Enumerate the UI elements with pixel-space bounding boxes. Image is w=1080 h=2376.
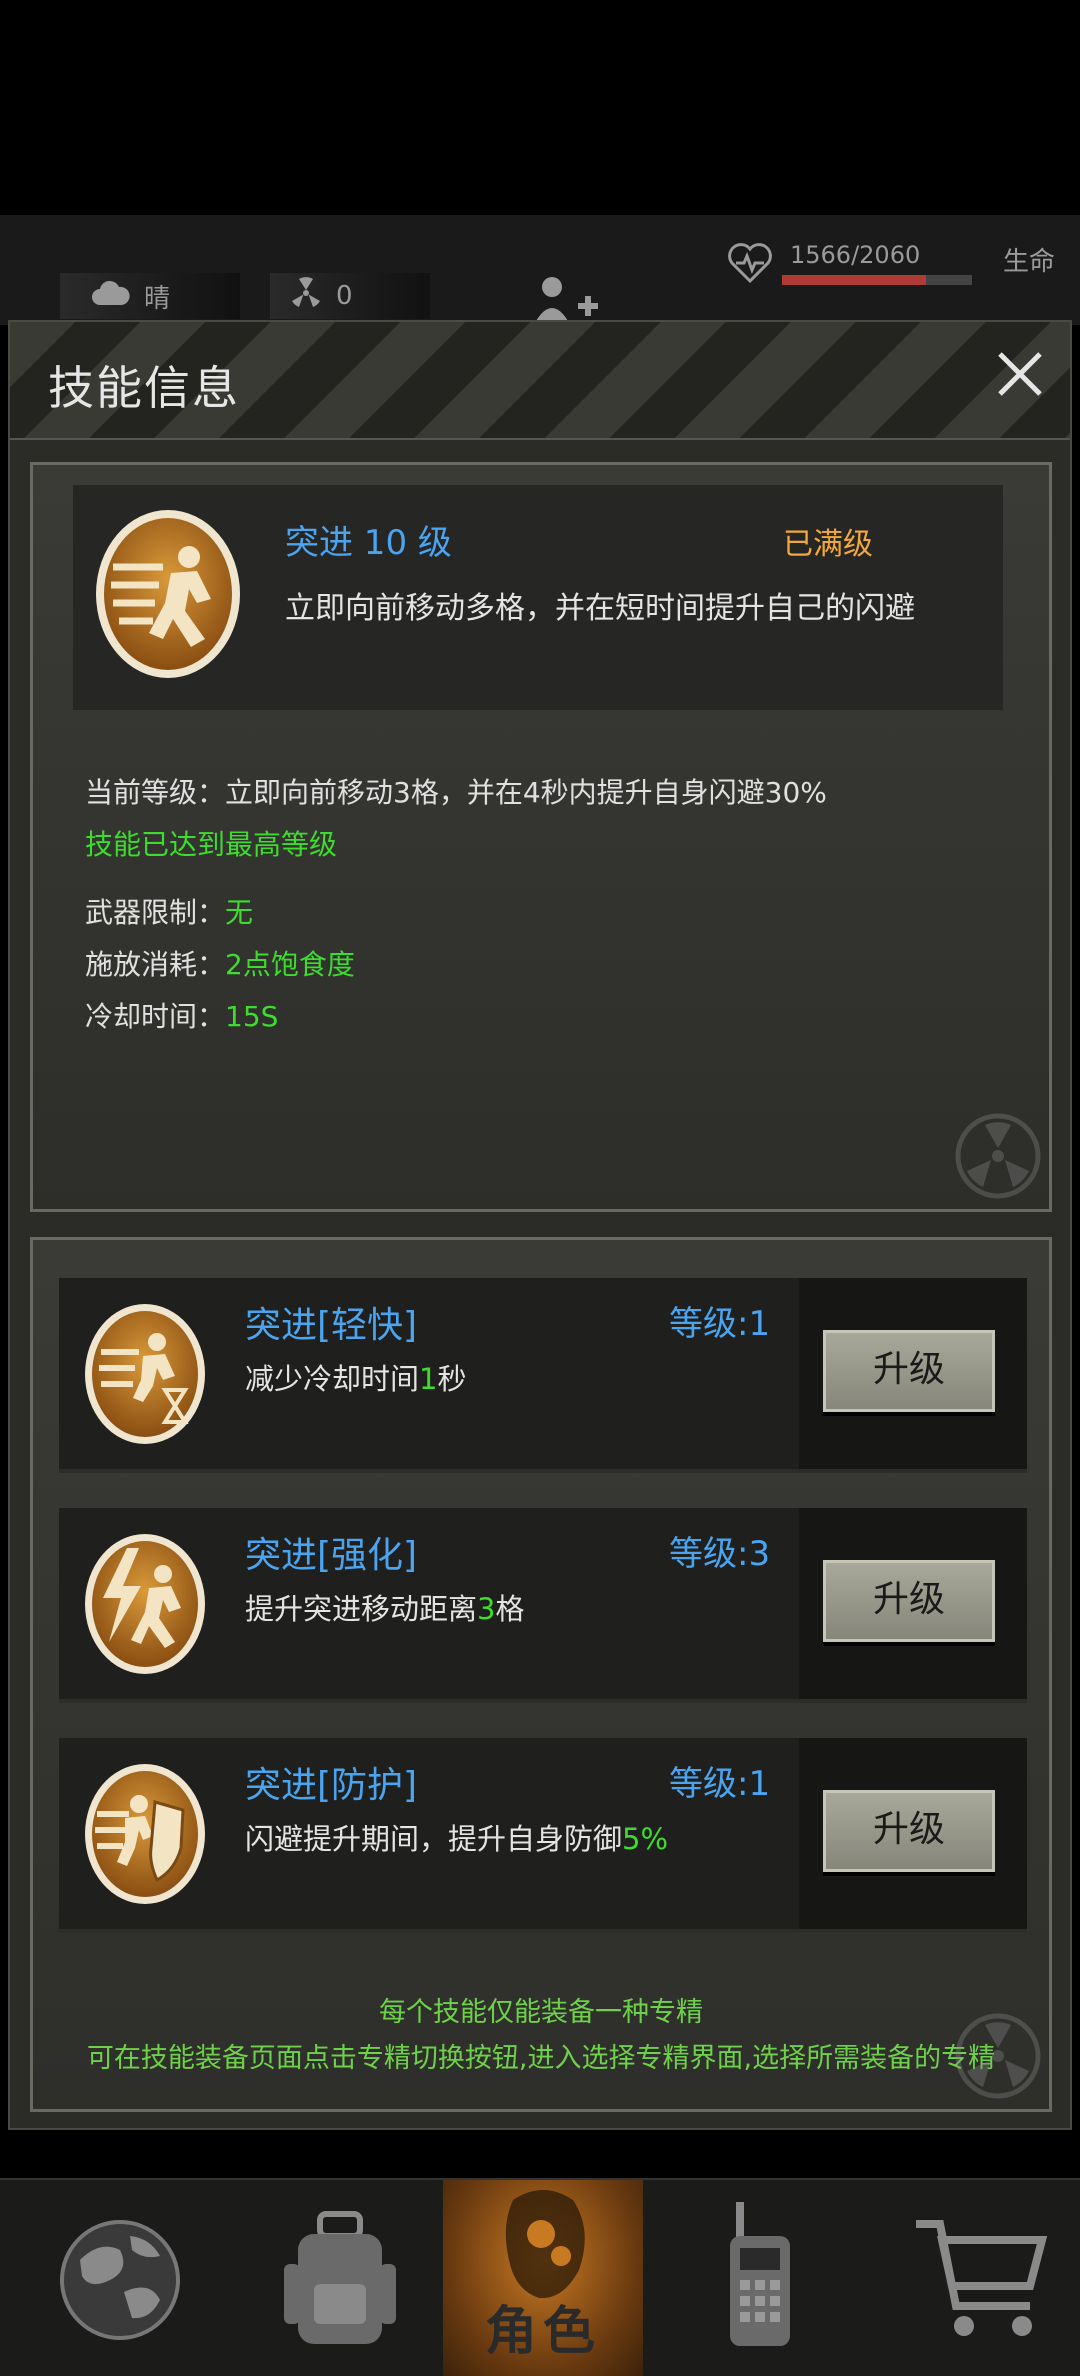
nav-backpack-tab[interactable] [240,2180,440,2376]
spec-desc-number: 3 [477,1592,496,1626]
spec-row-light: 突进[轻快] 等级:1 减少冷却时间1秒 升级 [59,1278,1027,1473]
skill-detail-panel: 突进 10 级 已满级 立即向前移动多格，并在短时间提升自己的闪避 当前等级：立… [30,462,1052,1212]
close-icon [998,352,1042,396]
hp-indicator: 1566/2060 生命 [720,241,1065,301]
spec-desc-text: 闪避提升期间，提升自身防御 [245,1822,623,1856]
cooldown-value: 15S [225,1000,279,1033]
spec-desc-unit: 格 [495,1592,525,1626]
cast-cost-value: 2点饱食度 [225,948,355,981]
spec-description: 提升突进移动距离3格 [245,1586,524,1628]
max-level-badge: 已满级 [783,527,873,562]
current-level-text: 立即向前移动3格，并在4秒内提升自身闪避30% [225,776,827,809]
hp-text: 1566/2060 [790,241,921,269]
tip-line-2: 可在技能装备页面点击专精切换按钮,进入选择专精界面,选择所需装备的专精 [86,2043,996,2074]
dash-hourglass-icon [85,1304,205,1444]
spec-level: 等级:3 [669,1534,771,1574]
nav-world-tab[interactable] [20,2180,220,2376]
heart-icon [728,243,772,287]
nav-radio-tab[interactable] [660,2180,860,2376]
backpack-icon [284,2211,396,2344]
spec-level: 等级:1 [669,1304,771,1344]
hp-label: 生命 [1002,247,1055,277]
spec-name: 突进[防护] [245,1765,418,1806]
modal-title: 技能信息 [48,361,240,415]
status-bar: 晴 0 1566/2060 生命 [0,215,1080,325]
cooldown-label: 冷却时间： [85,1000,226,1033]
cast-cost-line: 施放消耗：2点饱食度 [85,943,355,983]
spec-action-area: 升级 [799,1508,1027,1699]
dash-skill-icon [96,510,240,678]
radiation-watermark-icon [955,1113,1041,1199]
spec-desc-number: 5% [622,1822,669,1856]
current-level-line: 当前等级：立即向前移动3格，并在4秒内提升自身闪避30% [85,771,827,811]
current-level-label: 当前等级： [85,776,226,809]
weapon-limit-line: 武器限制：无 [85,891,253,931]
skill-description: 立即向前移动多格，并在短时间提升自己的闪避 [285,591,915,626]
upgrade-button[interactable]: 升级 [823,1560,995,1642]
spec-description: 闪避提升期间，提升自身防御5% [245,1816,668,1858]
radiation-indicator: 0 [270,273,430,319]
radiation-value: 0 [336,281,353,311]
spec-action-area: 升级 [799,1738,1027,1929]
spec-description: 减少冷却时间1秒 [245,1356,466,1398]
globe-icon [60,2220,180,2340]
spec-action-area: 升级 [799,1278,1027,1469]
hp-bar [782,275,972,285]
skill-name: 突进 10 级 [285,523,452,563]
shopping-cart-icon [916,2220,1048,2336]
walkie-talkie-icon [730,2202,790,2346]
add-person-icon[interactable] [530,273,630,323]
radiation-icon [290,276,322,316]
close-button[interactable] [988,346,1052,410]
cooldown-line: 冷却时间：15S [85,995,278,1035]
weather-indicator: 晴 [60,273,240,319]
spec-level: 等级:1 [669,1764,771,1804]
dash-shield-icon [85,1764,205,1904]
spec-name: 突进[轻快] [245,1305,418,1346]
hp-bar-fill [782,275,927,285]
dash-lightning-icon [85,1534,205,1674]
specialization-panel: 突进[轻快] 等级:1 减少冷却时间1秒 升级 突进[强化] 等级:3 提升突进… [30,1237,1052,2112]
nav-character-tab[interactable]: 角色 [443,2180,643,2376]
spec-name: 突进[强化] [245,1535,418,1576]
upgrade-button[interactable]: 升级 [823,1790,995,1872]
radiation-watermark-icon [955,2013,1041,2099]
bottom-nav: 角色 [0,2178,1080,2376]
spec-desc-text: 减少冷却时间 [245,1362,420,1396]
max-reached-text: 技能已达到最高等级 [85,828,338,861]
weapon-limit-label: 武器限制： [85,896,226,929]
weapon-limit-value: 无 [225,896,254,929]
cast-cost-label: 施放消耗： [85,948,226,981]
nav-character-label: 角色 [484,2302,601,2362]
spec-desc-number: 1 [419,1362,438,1396]
nav-shop-tab[interactable] [880,2180,1080,2376]
upgrade-button[interactable]: 升级 [823,1330,995,1412]
tip-line-1: 每个技能仅能装备一种专精 [379,1997,703,2028]
weather-text: 晴 [144,283,171,314]
modal-header: 技能信息 [10,322,1070,440]
spec-row-guard: 突进[防护] 等级:1 闪避提升期间，提升自身防御5% 升级 [59,1738,1027,1933]
spec-desc-text: 提升突进移动距离 [245,1592,478,1626]
cloud-icon [90,279,130,314]
skill-header: 突进 10 级 已满级 立即向前移动多格，并在短时间提升自己的闪避 [73,485,1003,710]
skill-info-modal: 技能信息 突进 10 级 已满级 立即向前移动多格，并在短时间提升自己的闪避 当… [8,320,1072,2130]
spec-row-enhance: 突进[强化] 等级:3 提升突进移动距离3格 升级 [59,1508,1027,1703]
spec-desc-unit: 秒 [437,1362,467,1396]
